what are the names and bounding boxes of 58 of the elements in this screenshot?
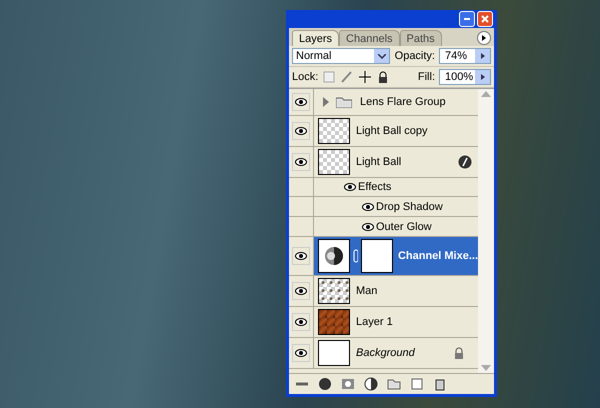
fill-label: Fill:	[418, 71, 435, 83]
panel-menu-button[interactable]	[477, 31, 491, 45]
fill-field[interactable]: 100%	[439, 69, 491, 85]
close-icon	[481, 15, 489, 23]
folder-icon[interactable]	[387, 377, 401, 391]
caret-icon	[378, 54, 386, 58]
move-icon[interactable]	[358, 70, 372, 84]
eye-icon	[295, 349, 307, 357]
close-button[interactable]	[477, 11, 493, 27]
layer-row[interactable]: Background	[289, 338, 478, 369]
eye-icon	[295, 158, 307, 166]
panel-tab[interactable]: Channels	[339, 30, 400, 46]
new-layer-icon[interactable]	[410, 377, 424, 391]
eye-icon	[295, 127, 307, 135]
folder-icon	[336, 96, 352, 108]
layer-name: Channel Mixe...	[398, 250, 478, 262]
opacity-label: Opacity:	[394, 50, 435, 62]
triangle-icon	[480, 74, 484, 80]
layer-name: Man	[356, 285, 378, 297]
layer-row[interactable]: Light Ball	[289, 147, 478, 178]
mask-thumbnail	[361, 239, 393, 273]
trash-icon[interactable]	[433, 377, 447, 391]
layer-name: Layer 1	[356, 316, 393, 328]
effect-name: Drop Shadow	[376, 200, 443, 212]
visibility-toggle[interactable]	[362, 222, 374, 230]
minimize-icon	[464, 18, 470, 20]
layer-row[interactable]: Channel Mixe...	[289, 237, 478, 276]
effect-row[interactable]: Drop Shadow	[289, 197, 478, 217]
mask-icon[interactable]	[341, 377, 355, 391]
opacity-field[interactable]: 74%	[439, 48, 491, 64]
triangle-icon	[482, 35, 486, 41]
panel-tab[interactable]: Layers	[292, 30, 340, 46]
eye-icon	[295, 318, 307, 326]
expand-arrow-icon[interactable]	[322, 97, 330, 107]
eye-icon	[295, 287, 307, 295]
layer-row[interactable]: Man	[289, 276, 478, 307]
effects-row[interactable]: Effects	[289, 178, 478, 197]
lock-label: Lock:	[292, 71, 318, 83]
layer-row[interactable]: Lens Flare Group	[289, 89, 478, 116]
panel-tab[interactable]: Paths	[400, 30, 442, 46]
layer-name: Light Ball copy	[356, 125, 428, 137]
adjustment-thumbnail	[318, 239, 350, 273]
eye-icon	[295, 98, 307, 106]
chain-link-icon[interactable]	[352, 249, 358, 263]
layer-row[interactable]: Light Ball copy	[289, 116, 478, 147]
eye-icon	[295, 252, 307, 260]
layer-name: Background	[356, 347, 415, 359]
half-circle-icon[interactable]	[364, 377, 378, 391]
effects-label: Effects	[358, 181, 392, 193]
layer-row[interactable]: Layer 1	[289, 307, 478, 338]
visibility-toggle[interactable]	[344, 183, 356, 191]
layer-name: Light Ball	[356, 156, 402, 168]
blend-mode-dropdown[interactable]: Normal	[292, 48, 390, 64]
effect-name: Outer Glow	[376, 220, 432, 232]
triangle-icon	[480, 53, 484, 59]
layer-name: Lens Flare Group	[360, 96, 446, 108]
minimize-button[interactable]	[459, 11, 475, 27]
visibility-toggle[interactable]	[362, 202, 374, 210]
